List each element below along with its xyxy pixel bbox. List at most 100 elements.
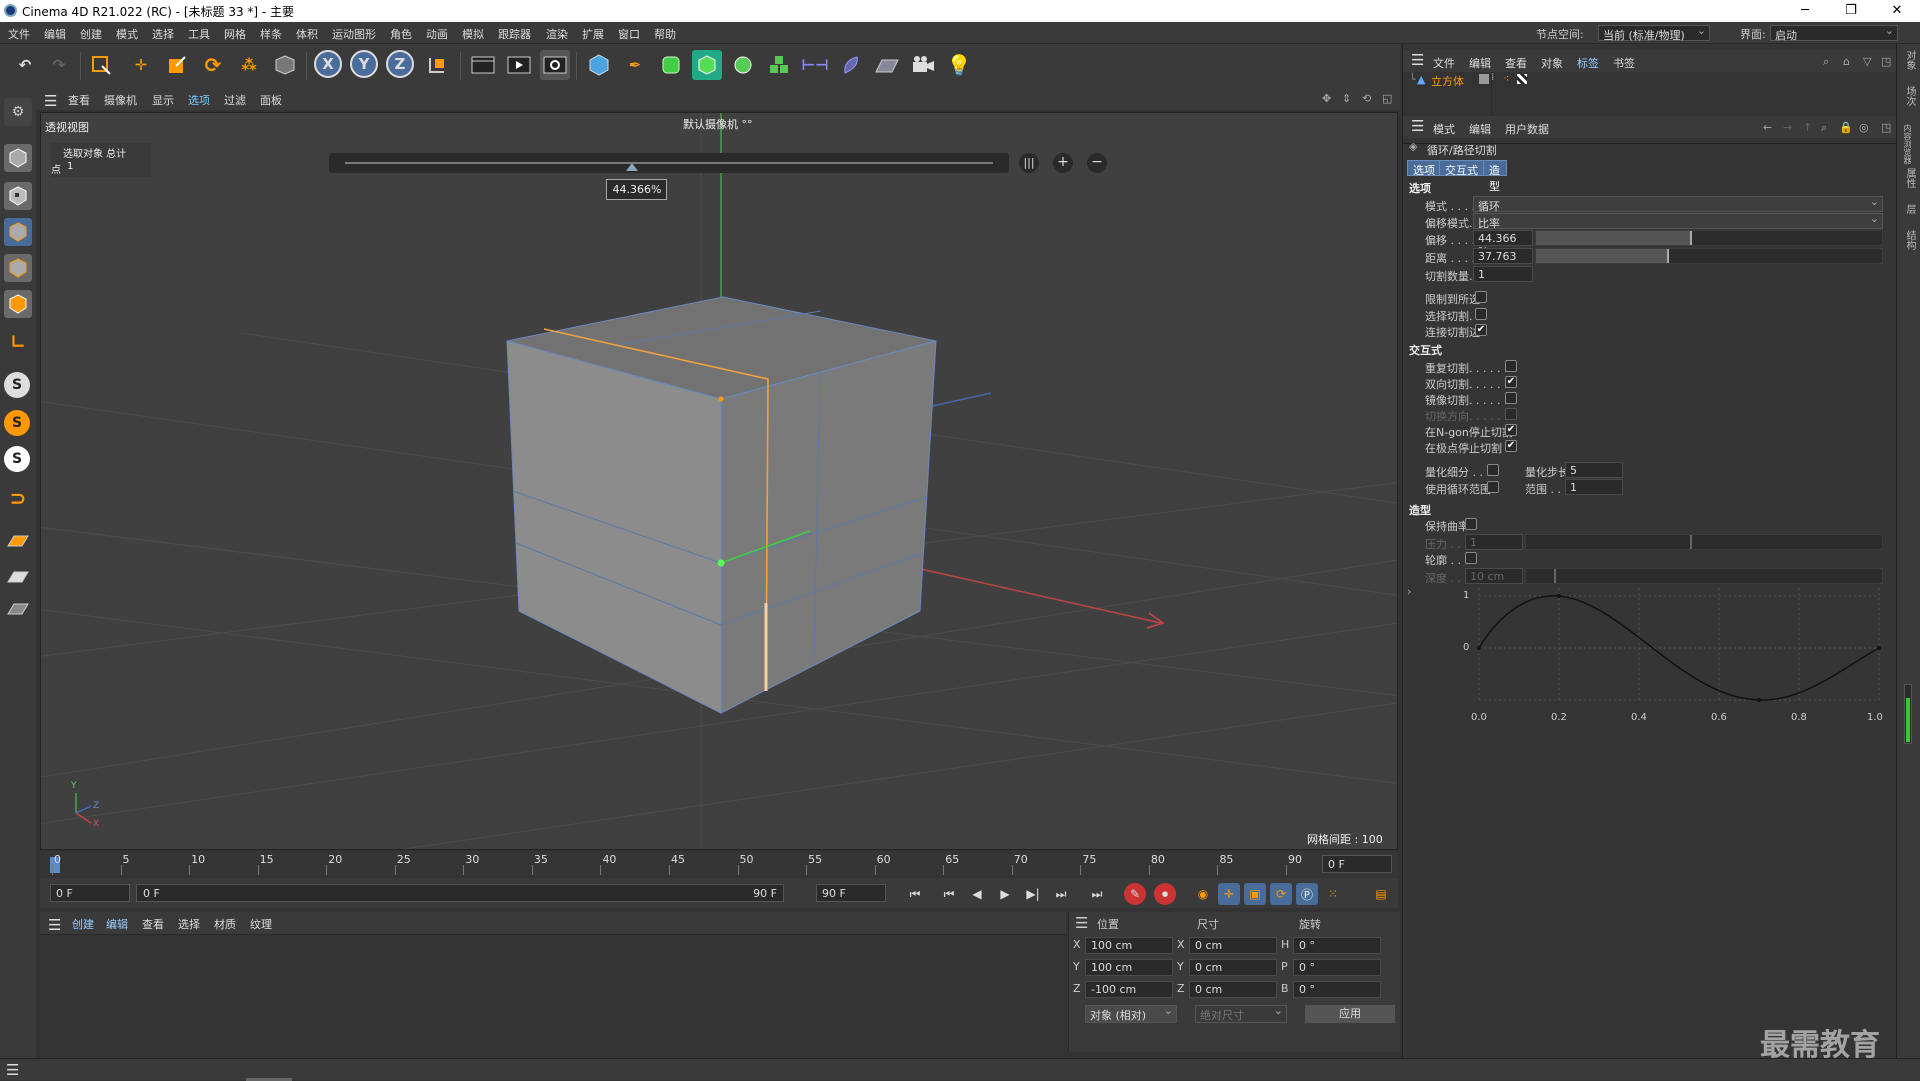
depth-field[interactable]: 10 cm xyxy=(1465,568,1523,584)
deformer-icon[interactable] xyxy=(836,50,866,80)
expand-graph-icon[interactable]: › xyxy=(1407,585,1411,598)
y-axis-icon[interactable]: Y xyxy=(350,50,378,78)
undo-icon[interactable]: ↶ xyxy=(10,50,40,80)
active-camera-label[interactable]: 默认摄像机 °° xyxy=(683,116,753,132)
menu-edit[interactable]: 编辑 xyxy=(44,26,66,42)
mode-dropdown[interactable]: 循环 xyxy=(1473,195,1883,213)
loop-cut-slider-handle[interactable] xyxy=(626,163,639,171)
menu-spline[interactable]: 样条 xyxy=(260,26,282,42)
object-menu-bookmarks[interactable]: 书签 xyxy=(1613,55,1635,71)
workplane-icon[interactable] xyxy=(4,528,32,556)
z-axis-icon[interactable]: Z xyxy=(386,50,414,78)
object-filter-icon[interactable]: ▽ xyxy=(1863,55,1871,68)
profile-curve-graph[interactable]: 1 0 xyxy=(1463,588,1883,712)
offset-slider[interactable] xyxy=(1535,230,1883,246)
lock-icon[interactable]: 🔒 xyxy=(1839,121,1853,134)
keep-curvature-checkbox[interactable] xyxy=(1465,518,1477,530)
render-view-icon[interactable] xyxy=(468,50,498,80)
material-hamburger-icon[interactable]: ☰ xyxy=(48,916,61,934)
planar-workplane-icon[interactable] xyxy=(4,596,32,624)
object-name[interactable]: 立方体 xyxy=(1431,73,1464,89)
menu-window[interactable]: 窗口 xyxy=(618,26,640,42)
attribute-hamburger-icon[interactable]: ☰ xyxy=(1411,117,1424,135)
select-cuts-checkbox[interactable] xyxy=(1475,308,1487,320)
viewport-menu-filter[interactable]: 过滤 xyxy=(224,92,246,108)
live-select-icon[interactable] xyxy=(86,50,116,80)
move-icon[interactable]: ✛ xyxy=(126,50,156,80)
material-list-area[interactable] xyxy=(40,934,1066,1052)
frame-range-slider[interactable]: 0 F 90 F xyxy=(136,884,784,902)
quantize-checkbox[interactable] xyxy=(1487,464,1499,476)
node-space-dropdown[interactable]: 当前 (标准/物理) xyxy=(1598,24,1710,42)
back-arrow-icon[interactable]: ← xyxy=(1763,121,1772,134)
add-cut-button[interactable]: + xyxy=(1053,153,1073,173)
use-loop-range-checkbox[interactable] xyxy=(1487,481,1499,493)
maximize-button[interactable]: ❐ xyxy=(1828,0,1874,22)
material-menu-create[interactable]: 创建 xyxy=(72,916,94,932)
points-mode-icon[interactable] xyxy=(4,218,32,246)
pressure-slider[interactable] xyxy=(1525,534,1883,550)
perspective-viewport[interactable]: 透视视图 默认摄像机 °° 选取对象 总计 点 1 ||| + − 44.366… xyxy=(40,112,1398,850)
viewport-maximize-icon[interactable]: ◱ xyxy=(1382,92,1392,105)
size-y-field[interactable]: 0 cm xyxy=(1189,959,1277,976)
side-tab-content-browser[interactable]: 内容浏览器 xyxy=(1902,124,1913,164)
object-home-icon[interactable]: ⌂ xyxy=(1843,55,1850,68)
attribute-new-window-icon[interactable]: ◳ xyxy=(1881,121,1891,134)
scale-icon[interactable] xyxy=(162,50,192,80)
viewport-menu-panel[interactable]: 面板 xyxy=(260,92,282,108)
material-menu-material[interactable]: 材质 xyxy=(214,916,236,932)
recent-tools-icon[interactable]: ⁂ xyxy=(234,50,264,80)
pressure-field[interactable]: 1 xyxy=(1465,534,1523,550)
stop-at-poles-checkbox[interactable]: ✔ xyxy=(1505,440,1517,452)
limit-to-selection-checkbox[interactable] xyxy=(1475,291,1487,303)
menu-file[interactable]: 文件 xyxy=(8,26,30,42)
remove-cut-button[interactable]: − xyxy=(1087,153,1107,173)
snap-settings-icon[interactable]: S xyxy=(4,410,30,436)
pos-x-field[interactable]: 100 cm xyxy=(1085,937,1173,954)
cloner-icon[interactable] xyxy=(728,50,758,80)
viewport-hamburger-icon[interactable]: ☰ xyxy=(44,92,57,110)
keyframe-selection-icon[interactable]: ◉ xyxy=(1192,883,1214,905)
light-icon[interactable]: 💡 xyxy=(944,50,974,80)
menu-mograph[interactable]: 运动图形 xyxy=(332,26,376,42)
profile-checkbox[interactable] xyxy=(1465,552,1477,564)
x-axis-icon[interactable]: X xyxy=(314,50,342,78)
attribute-search-icon[interactable]: ⌕ xyxy=(1821,121,1827,135)
repeat-cut-checkbox[interactable] xyxy=(1505,360,1517,372)
autokeying-icon[interactable]: ⏺ xyxy=(1154,883,1176,905)
offset-field[interactable]: 44.366 % xyxy=(1473,230,1533,258)
layout-dropdown[interactable]: 启动 xyxy=(1770,24,1898,42)
menu-create[interactable]: 创建 xyxy=(80,26,102,42)
quantize-step-field[interactable]: 5 xyxy=(1565,462,1623,478)
minimize-button[interactable]: ─ xyxy=(1782,0,1828,22)
cube-mesh[interactable] xyxy=(506,296,937,714)
phong-tag-icon[interactable]: ⁖ xyxy=(1503,72,1509,85)
status-hamburger-icon[interactable]: ☰ xyxy=(6,1061,19,1079)
rot-h-field[interactable]: 0 ° xyxy=(1293,937,1381,954)
viewport-move-icon[interactable]: ✥ xyxy=(1322,92,1331,105)
viewport-menu-view[interactable]: 查看 xyxy=(68,92,90,108)
object-row[interactable]: └ ▲ 立方体 ⁞ ⁖ xyxy=(1403,72,1897,88)
up-arrow-icon[interactable]: ↑ xyxy=(1803,121,1812,134)
bidirectional-cut-checkbox[interactable]: ✔ xyxy=(1505,376,1517,388)
loop-cut-hud-slider[interactable] xyxy=(329,153,1009,173)
model-mode-icon[interactable] xyxy=(4,144,32,172)
side-tab-attributes[interactable]: 属性 xyxy=(1902,168,1917,188)
render-settings-icon[interactable] xyxy=(540,50,570,80)
menu-volume[interactable]: 体积 xyxy=(296,26,318,42)
mograph-icon[interactable] xyxy=(764,50,794,80)
distance-slider[interactable] xyxy=(1535,248,1883,264)
coordinate-mode-dropdown[interactable]: 对象 (相对) xyxy=(1085,1004,1177,1023)
locked-workplane-icon[interactable] xyxy=(4,564,32,592)
menu-animate[interactable]: 动画 xyxy=(426,26,448,42)
camera-icon[interactable] xyxy=(908,50,938,80)
symmetry-icon[interactable]: ⊢⊣ xyxy=(800,50,830,80)
edges-mode-icon[interactable] xyxy=(4,254,32,282)
material-tag-icon[interactable] xyxy=(1517,74,1527,84)
make-editable-icon[interactable]: ⚙ xyxy=(4,98,32,126)
distance-field[interactable]: 37.763 cm xyxy=(1473,248,1533,276)
menu-tools[interactable]: 工具 xyxy=(188,26,210,42)
start-frame-field[interactable]: 0 F xyxy=(50,884,130,902)
object-menu-file[interactable]: 文件 xyxy=(1433,55,1455,71)
object-menu-edit[interactable]: 编辑 xyxy=(1469,55,1491,71)
